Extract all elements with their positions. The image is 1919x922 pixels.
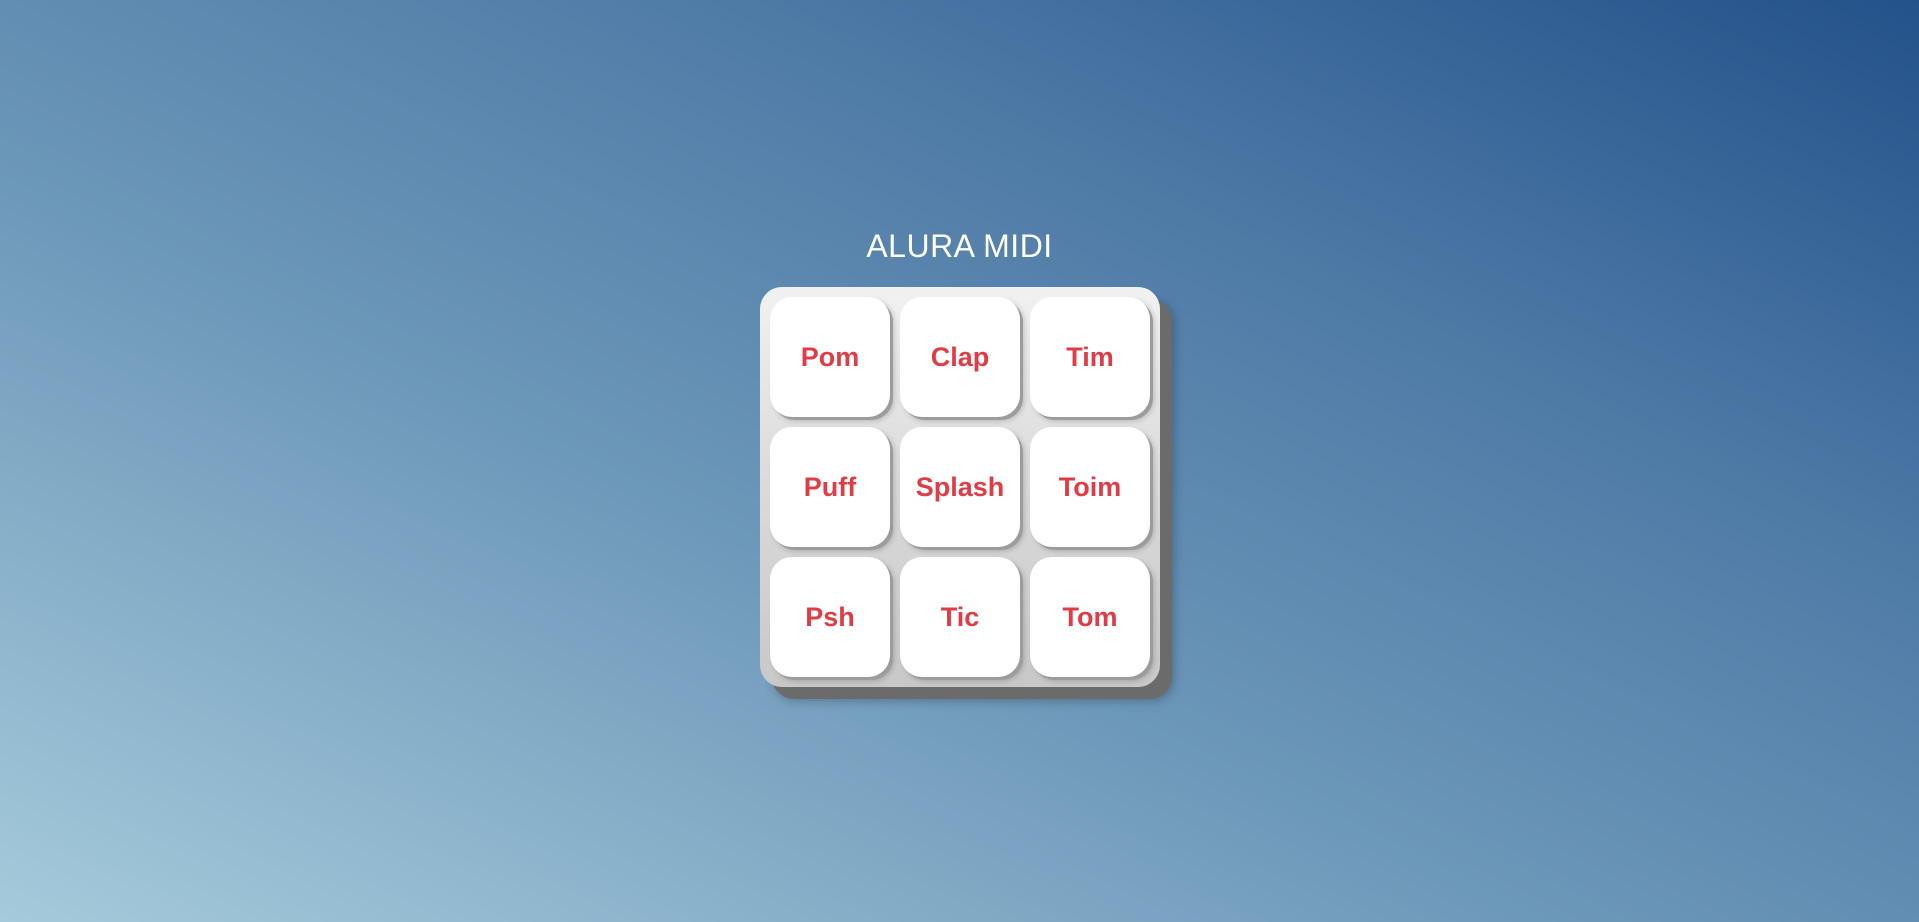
pad-label: Splash <box>915 471 1005 502</box>
pad-tim-button[interactable]: Tim <box>1030 297 1150 417</box>
pad-label: Pom <box>800 341 860 372</box>
pad-tom-button[interactable]: Tom <box>1030 557 1150 677</box>
pad-label: Psh <box>805 601 855 632</box>
pad-label: Puff <box>803 471 857 502</box>
pad-label: Toim <box>1058 471 1122 502</box>
pad-label: Tim <box>1066 341 1114 372</box>
pad-label: Clap <box>930 341 990 372</box>
pad-pom-button[interactable]: Pom <box>770 297 890 417</box>
pad-toim-button[interactable]: Toim <box>1030 427 1150 547</box>
pad-label: Tom <box>1062 601 1118 632</box>
pad-tic-button[interactable]: Tic <box>900 557 1020 677</box>
pad-splash-button[interactable]: Splash <box>900 427 1020 547</box>
pad-label: Tic <box>940 601 980 632</box>
page-title: ALURA MIDI <box>866 228 1053 264</box>
pad-clap-button[interactable]: Clap <box>900 297 1020 417</box>
pad-psh-button[interactable]: Psh <box>770 557 890 677</box>
pad-puff-button[interactable]: Puff <box>770 427 890 547</box>
midi-keypad: Pom Clap Tim Puff Splash Toim Psh Tic To… <box>760 287 1160 687</box>
